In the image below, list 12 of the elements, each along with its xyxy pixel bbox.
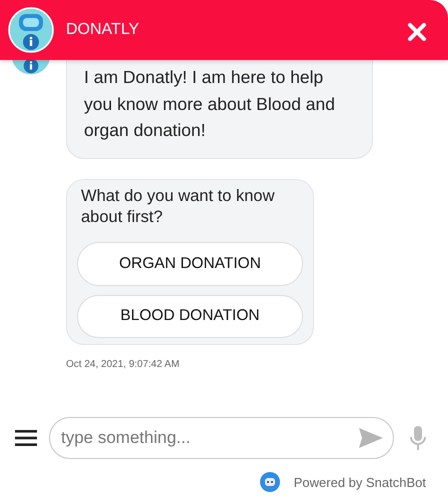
timestamp: Oct 24, 2021, 9:07:42 AM <box>66 358 180 370</box>
message-text: I am Donatly! I am here to help you know more about Blood and organ donation! <box>84 66 336 142</box>
powered-by-text: Powered by SnatchBot <box>294 474 426 490</box>
message-text: What do you want to know about first? <box>81 186 276 228</box>
close-button[interactable] <box>406 21 428 43</box>
robot-icon <box>260 472 280 492</box>
chat-title: DONATLY <box>66 21 140 39</box>
option-button[interactable]: ORGAN DONATION <box>77 242 303 286</box>
bot-avatar-icon <box>8 7 54 53</box>
menu-icon[interactable] <box>15 430 37 446</box>
option-button[interactable]: BLOOD DONATION <box>77 294 303 338</box>
message-input-field[interactable]: type something... <box>49 417 394 459</box>
